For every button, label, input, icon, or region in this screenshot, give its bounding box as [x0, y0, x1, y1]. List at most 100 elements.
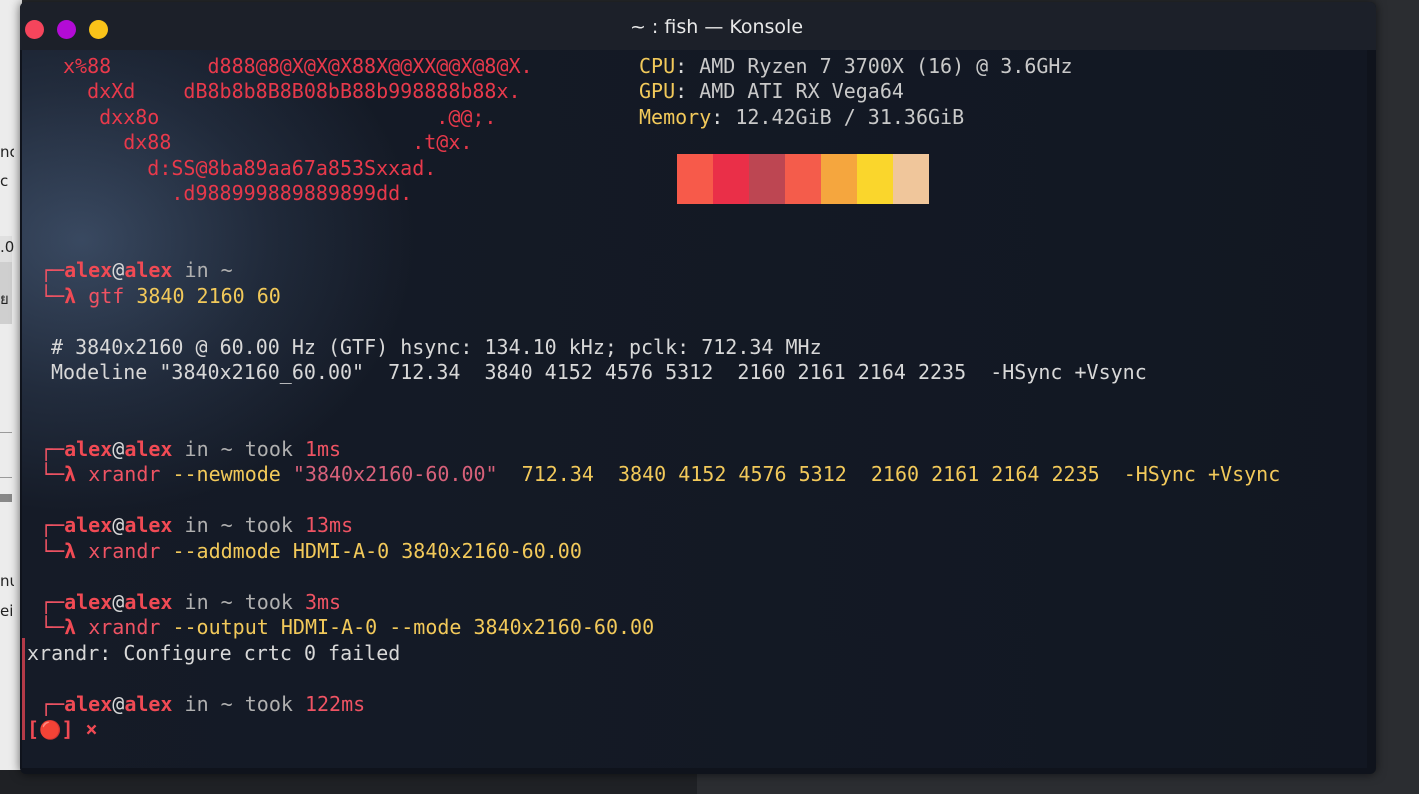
memory-label: Memory	[639, 105, 712, 129]
prompt-in: in	[172, 590, 221, 614]
memory-colon: :	[711, 105, 724, 129]
palette-swatch	[713, 154, 749, 204]
palette-swatch	[857, 154, 893, 204]
prompt-duration: 122ms	[304, 692, 366, 716]
command-line: └─λ xrandr --output HDMI-A-0 --mode 3840…	[40, 614, 654, 640]
prompt-user: alex	[64, 692, 113, 716]
prompt-at: @	[112, 692, 125, 716]
status-line[interactable]: [🔴] ×	[27, 716, 98, 744]
desktop-background-left	[0, 0, 22, 794]
command-line: └─λ xrandr --newmode "3840x2160-60.00" 7…	[40, 461, 1280, 487]
prompt-line: ┌─alex@alex in ~ took 1ms	[40, 436, 341, 462]
background-window-text: .0	[0, 238, 14, 256]
ascii-art-line: dxx8o .@@;.	[63, 105, 497, 129]
prompt-lambda: λ	[64, 539, 89, 563]
command-flag: --addmode	[160, 539, 293, 563]
command-line: └─λ gtf 3840 2160 60	[40, 283, 281, 309]
error-output: xrandr: Configure crtc 0 failed	[27, 641, 401, 665]
prompt-host: alex	[124, 692, 173, 716]
palette-swatch	[893, 154, 929, 204]
prompt-lambda: λ	[64, 615, 89, 639]
memory-value: 12.42GiB / 31.36GiB	[723, 105, 965, 129]
prompt-corner: ┌─	[40, 258, 65, 282]
palette-swatch	[821, 154, 857, 204]
command-line: └─λ xrandr --addmode HDMI-A-0 3840x2160-…	[40, 538, 582, 564]
prompt-in: in	[172, 258, 221, 282]
prompt-corner: └─	[40, 615, 65, 639]
prompt-lambda: λ	[64, 462, 89, 486]
prompt-corner: ┌─	[40, 590, 65, 614]
prompt-duration: 3ms	[304, 590, 342, 614]
prompt-dir: ~	[220, 513, 233, 537]
background-window-text: nu	[0, 572, 14, 590]
palette-swatch	[749, 154, 785, 204]
prompt-lambda: λ	[64, 284, 89, 308]
background-window-text: ei	[0, 602, 14, 620]
prompt-took: took	[232, 437, 305, 461]
gpu-value: AMD ATI RX Vega64	[687, 79, 904, 103]
background-window-divider	[0, 494, 12, 502]
command-output: Modeline "3840x2160_60.00" 712.34 3840 4…	[51, 360, 1147, 384]
prompt-at: @	[112, 590, 125, 614]
error-status-icon: 🔴	[39, 720, 62, 741]
error-marker	[22, 638, 25, 740]
prompt-dir: ~	[220, 437, 233, 461]
cpu-colon: :	[675, 54, 688, 78]
background-window-text: c .	[0, 172, 14, 190]
prompt-dir: ~	[220, 692, 233, 716]
command-output: # 3840x2160 @ 60.00 Hz (GTF) hsync: 134.…	[51, 335, 822, 359]
prompt-corner: └─	[40, 284, 65, 308]
title-bar[interactable]: ~ : fish — Konsole	[20, 2, 1376, 50]
cpu-label: CPU	[639, 54, 676, 78]
prompt-corner: ┌─	[40, 692, 65, 716]
prompt-corner: └─	[40, 539, 65, 563]
window-title: ~ : fish — Konsole	[629, 16, 804, 38]
prompt-line: ┌─alex@alex in ~ took 122ms	[40, 691, 365, 717]
prompt-line: ┌─alex@alex in ~ took 13ms	[40, 512, 353, 538]
memory-info: Memory: 12.42GiB / 31.36GiB	[639, 104, 964, 130]
cpu-value: AMD Ryzen 7 3700X (16) @ 3.6GHz	[687, 54, 1073, 78]
prompt-took: took	[232, 590, 305, 614]
ascii-art-line: dx88 .t@x.	[63, 130, 473, 154]
command-name: xrandr	[88, 462, 161, 486]
background-window-text: ย	[0, 290, 9, 308]
ascii-art-line: x%88 d888@8@X@X@X88X@@XX@@X@8@X.	[63, 54, 533, 78]
command-name: xrandr	[88, 539, 161, 563]
background-window-divider	[0, 432, 12, 433]
prompt-user: alex	[64, 258, 113, 282]
prompt-user: alex	[64, 513, 113, 537]
prompt-in: in	[172, 513, 221, 537]
failure-x-icon: ×	[73, 717, 98, 741]
gpu-label: GPU	[639, 79, 676, 103]
status-bracket: [	[27, 717, 40, 741]
prompt-at: @	[112, 258, 125, 282]
prompt-host: alex	[124, 258, 173, 282]
prompt-user: alex	[64, 437, 113, 461]
command-args: 712.34 3840 4152 4576 5312 2160 2161 216…	[497, 462, 1281, 486]
prompt-user: alex	[64, 590, 113, 614]
konsole-window: ~ : fish — Konsole x%88 d888@8@X@X@X88X@…	[20, 2, 1376, 774]
desktop-background-side	[1376, 0, 1419, 794]
prompt-host: alex	[124, 513, 173, 537]
prompt-duration: 13ms	[304, 513, 354, 537]
prompt-took: took	[232, 513, 305, 537]
prompt-corner: └─	[40, 462, 65, 486]
ascii-art-line: d:SS@8ba89aa67a853Sxxad.	[63, 156, 437, 180]
command-args: 3840 2160 60	[124, 284, 281, 308]
ascii-art-line: dxXd dB8b8b8B8B08bB88b998888b88x.	[63, 79, 521, 103]
command-args: HDMI-A-0 --mode 3840x2160-60.00	[280, 615, 655, 639]
prompt-at: @	[112, 513, 125, 537]
command-flag: --output	[160, 615, 281, 639]
command-args: HDMI-A-0 3840x2160-60.00	[292, 539, 582, 563]
prompt-line: ┌─alex@alex in ~	[40, 257, 233, 283]
status-bracket: ]	[61, 717, 74, 741]
prompt-corner: ┌─	[40, 513, 65, 537]
command-string: "3840x2160-60.00"	[292, 462, 498, 486]
gpu-colon: :	[675, 79, 688, 103]
prompt-host: alex	[124, 437, 173, 461]
prompt-in: in	[172, 692, 221, 716]
terminal-view[interactable]: x%88 d888@8@X@X@X88X@@XX@@X@8@X. dxXd dB…	[22, 50, 1367, 768]
prompt-at: @	[112, 437, 125, 461]
prompt-duration: 1ms	[304, 437, 342, 461]
prompt-dir: ~	[220, 258, 233, 282]
